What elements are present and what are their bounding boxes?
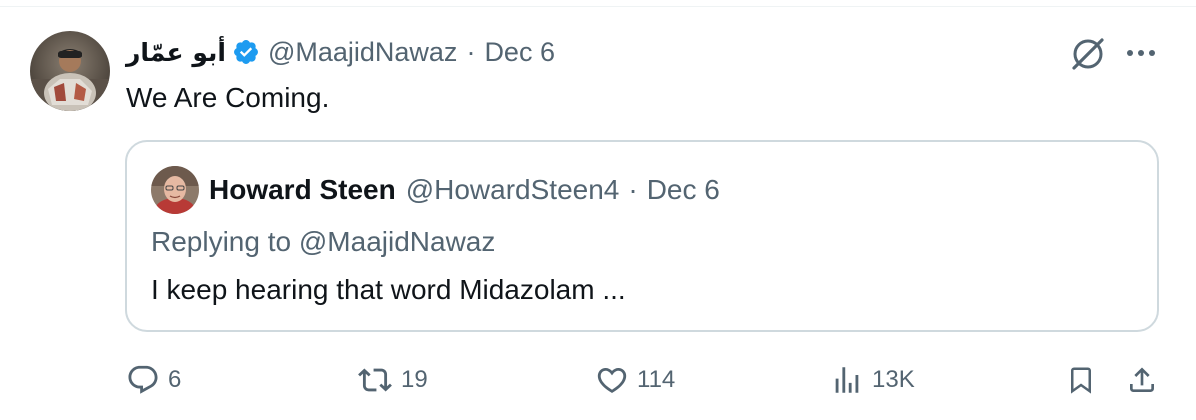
grok-icon[interactable]	[1068, 33, 1108, 73]
heart-icon	[597, 367, 627, 393]
verified-badge-icon[interactable]	[232, 38, 260, 66]
quoted-author-avatar[interactable]	[151, 166, 199, 214]
quoted-meta-separator: ·	[628, 174, 638, 205]
quoted-tweet-text: I keep hearing that word Midazolam ...	[151, 274, 626, 305]
replying-prefix: Replying to	[151, 226, 292, 257]
bookmark-icon[interactable]	[1066, 364, 1096, 396]
meta-separator: ·	[466, 36, 476, 67]
views-button[interactable]: 13K	[830, 362, 915, 398]
tweet-header: أبو عمّار @MaajidNawaz · Dec 6	[126, 32, 555, 72]
author-display-name[interactable]: أبو عمّار	[126, 38, 226, 67]
replying-to-line: Replying to @MaajidNawaz	[151, 224, 495, 260]
repost-icon	[358, 368, 392, 392]
like-button[interactable]: 114	[595, 362, 675, 398]
quoted-tweet-card[interactable]: Howard Steen @HowardSteen4 · Dec 6 Reply…	[125, 140, 1159, 332]
quoted-author-display-name[interactable]: Howard Steen	[209, 174, 396, 206]
author-handle[interactable]: @MaajidNawaz	[268, 37, 457, 68]
reply-icon	[128, 365, 158, 394]
like-count: 114	[637, 366, 676, 393]
more-options-icon[interactable]	[1124, 40, 1158, 66]
share-icon[interactable]	[1126, 364, 1158, 396]
reply-count: 6	[168, 366, 182, 393]
repost-button[interactable]: 19	[357, 362, 428, 398]
top-divider	[0, 6, 1196, 7]
analytics-icon	[835, 367, 859, 393]
repost-count: 19	[401, 366, 428, 393]
quoted-tweet-date[interactable]: Dec 6	[647, 174, 720, 206]
quoted-tweet-header: Howard Steen @HowardSteen4 · Dec 6	[209, 168, 720, 212]
quoted-author-handle[interactable]: @HowardSteen4	[406, 174, 620, 206]
reply-button[interactable]: 6	[126, 362, 181, 398]
tweet-text: We Are Coming.	[126, 82, 330, 113]
user-avatar-photo-icon	[30, 31, 110, 111]
author-avatar[interactable]	[30, 31, 110, 111]
views-count: 13K	[872, 366, 915, 393]
user-avatar-photo-icon	[151, 166, 199, 214]
tweet-date[interactable]: Dec 6	[484, 37, 555, 68]
replying-handle[interactable]: @MaajidNawaz	[299, 226, 496, 257]
